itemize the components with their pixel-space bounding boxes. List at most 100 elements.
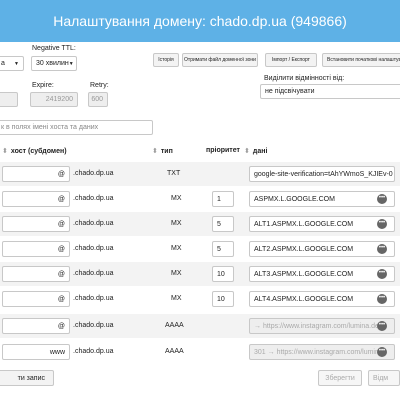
sort-icon: ⬍	[152, 148, 158, 155]
record-type: MX	[171, 245, 182, 252]
column-data-label: дані	[252, 148, 268, 155]
negative-ttl-value: 30 хвилин	[36, 60, 69, 67]
column-host-header[interactable]: ⬍ хост (субдомен)	[2, 147, 67, 155]
data-input[interactable]: ALT1.ASPMX.L.GOOGLE.COM	[249, 216, 395, 232]
record-data: 301 → https://www.instagram.com/lumina	[254, 348, 383, 356]
search-input[interactable]: к в полях імені хоста та даних	[0, 120, 153, 135]
table-row: @ .chado.dp.ua AAAA → https://www.instag…	[0, 314, 400, 338]
host-input[interactable]: @	[2, 241, 70, 257]
host-input[interactable]: www	[2, 344, 70, 360]
record-data: ALT3.ASPMX.L.GOOGLE.COM	[254, 270, 354, 278]
sort-icon: ⬍	[244, 148, 250, 155]
table-row: www .chado.dp.ua AAAA 301 → https://www.…	[0, 340, 400, 364]
negative-ttl-select[interactable]: 30 хвилин ▼	[31, 56, 77, 71]
expire-label: Expire:	[32, 82, 54, 89]
priority-value: 5	[217, 245, 221, 253]
data-input[interactable]: ALT2.ASPMX.L.GOOGLE.COM	[249, 241, 395, 257]
priority-value: 1	[217, 195, 221, 203]
table-row: @ .chado.dp.ua MX 5 ALT2.ASPMX.L.GOOGLE.…	[0, 237, 400, 261]
more-icon[interactable]: •••	[377, 244, 387, 254]
domain-suffix: .chado.dp.ua	[73, 322, 114, 329]
priority-input[interactable]: 5	[212, 241, 234, 257]
priority-input[interactable]: 10	[212, 291, 234, 307]
host-input[interactable]: @	[2, 266, 70, 282]
record-type: MX	[171, 195, 182, 202]
column-priority-header[interactable]: пріоритет	[206, 147, 240, 154]
priority-input[interactable]: 10	[212, 266, 234, 282]
host-input[interactable]: @	[2, 216, 70, 232]
more-icon[interactable]: •••	[377, 294, 387, 304]
host-suffix: www	[49, 348, 65, 356]
table-row: @ .chado.dp.ua TXT google-site-verificat…	[0, 162, 400, 186]
record-type: MX	[171, 270, 182, 277]
import-export-button[interactable]: Імпорт / Експорт	[265, 53, 317, 67]
domain-suffix: .chado.dp.ua	[73, 170, 114, 177]
search-placeholder: к в полях імені хоста та даних	[1, 124, 99, 131]
more-icon[interactable]: •••	[377, 194, 387, 204]
host-suffix: @	[57, 170, 65, 178]
table-row: @ .chado.dp.ua MX 5 ALT1.ASPMX.L.GOOGLE.…	[0, 212, 400, 236]
ttl-select-value: а	[1, 60, 5, 67]
host-input[interactable]: @	[2, 166, 70, 182]
data-input[interactable]: google-site-verification=tAhYWmoS_KJIEv-…	[249, 166, 395, 182]
host-suffix: @	[57, 270, 65, 278]
host-input[interactable]: @	[2, 318, 70, 334]
refresh-field[interactable]	[0, 92, 18, 107]
add-record-button[interactable]: ти запис	[0, 370, 54, 386]
retry-field[interactable]: 600	[88, 92, 108, 107]
domain-suffix: .chado.dp.ua	[73, 220, 114, 227]
ttl-select[interactable]: а ▼	[0, 56, 24, 71]
host-suffix: @	[57, 245, 65, 253]
retry-label: Retry:	[90, 82, 109, 89]
more-icon[interactable]: •••	[377, 321, 387, 331]
highlight-select[interactable]: не підсвічувати	[260, 84, 400, 99]
priority-value: 10	[217, 295, 225, 303]
column-type-label: тип	[160, 148, 173, 155]
data-input[interactable]: 301 → https://www.instagram.com/lumina	[249, 344, 395, 360]
domain-suffix: .chado.dp.ua	[73, 270, 114, 277]
highlight-label: Виділити відмінності від:	[264, 75, 345, 82]
host-suffix: @	[57, 220, 65, 228]
more-icon[interactable]: •••	[377, 269, 387, 279]
more-icon[interactable]: •••	[377, 347, 387, 357]
priority-value: 5	[217, 220, 221, 228]
domain-suffix: .chado.dp.ua	[73, 245, 114, 252]
domain-suffix: .chado.dp.ua	[73, 195, 114, 202]
record-type: MX	[171, 220, 182, 227]
record-data: → https://www.instagram.com/lumina.dec	[254, 322, 383, 330]
record-type: AAAA	[165, 322, 184, 329]
revert-button[interactable]: Відм	[368, 370, 400, 386]
set-defaults-button[interactable]: Встановити початкові налаштування	[322, 53, 400, 67]
record-data: ALT2.ASPMX.L.GOOGLE.COM	[254, 245, 354, 253]
domain-suffix: .chado.dp.ua	[73, 348, 114, 355]
table-row: @ .chado.dp.ua MX 1 ASPMX.L.GOOGLE.COM •…	[0, 187, 400, 211]
host-input[interactable]: @	[2, 291, 70, 307]
column-data-header[interactable]: ⬍ дані	[244, 147, 267, 155]
data-input[interactable]: ASPMX.L.GOOGLE.COM	[249, 191, 395, 207]
record-data: google-site-verification=tAhYWmoS_KJIEv-…	[254, 170, 393, 178]
priority-value: 10	[217, 270, 225, 278]
highlight-value: не підсвічувати	[265, 88, 315, 95]
history-button[interactable]: Історія	[153, 53, 179, 67]
record-data: ASPMX.L.GOOGLE.COM	[254, 195, 335, 203]
host-suffix: @	[57, 322, 65, 330]
priority-input[interactable]: 5	[212, 216, 234, 232]
data-input[interactable]: ALT3.ASPMX.L.GOOGLE.COM	[249, 266, 395, 282]
data-input[interactable]: ALT4.ASPMX.L.GOOGLE.COM	[249, 291, 395, 307]
expire-field[interactable]: 2419200	[30, 92, 78, 107]
column-type-header[interactable]: ⬍ тип	[152, 147, 173, 155]
priority-input[interactable]: 1	[212, 191, 234, 207]
retry-value: 600	[91, 96, 103, 103]
column-host-label: хост (субдомен)	[10, 148, 67, 155]
record-type: MX	[171, 295, 182, 302]
data-input[interactable]: → https://www.instagram.com/lumina.dec	[249, 318, 395, 334]
domain-suffix: .chado.dp.ua	[73, 295, 114, 302]
more-icon[interactable]: •••	[377, 219, 387, 229]
page-header: Налаштування домену: chado.dp.ua (949866…	[0, 0, 400, 42]
host-input[interactable]: @	[2, 191, 70, 207]
table-row: @ .chado.dp.ua MX 10 ALT4.ASPMX.L.GOOGLE…	[0, 287, 400, 311]
record-data: ALT4.ASPMX.L.GOOGLE.COM	[254, 295, 354, 303]
sort-icon: ⬍	[2, 148, 8, 155]
save-button[interactable]: Зберегти	[318, 370, 362, 386]
get-zone-file-button[interactable]: Отримати файл доменної зони	[182, 53, 258, 67]
